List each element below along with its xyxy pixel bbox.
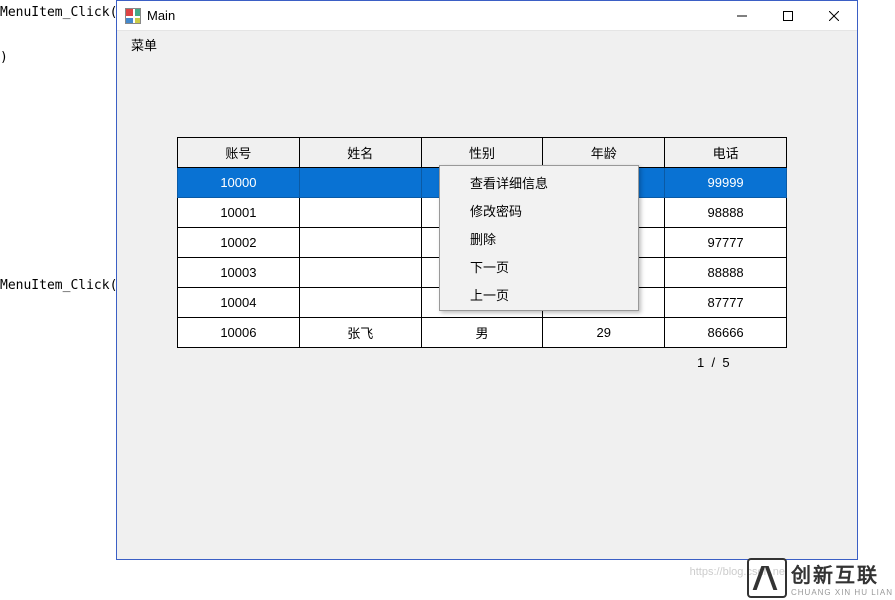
maximize-button[interactable]	[765, 1, 811, 31]
col-name[interactable]: 姓名	[299, 138, 421, 168]
menu-item-main[interactable]: 菜单	[123, 33, 165, 56]
cell[interactable]: 87777	[665, 288, 787, 318]
context-menu-item[interactable]: 查看详细信息	[442, 168, 636, 196]
context-menu-item[interactable]: 下一页	[442, 252, 636, 280]
app-icon	[125, 8, 141, 24]
window-title: Main	[147, 8, 175, 23]
code-fragment: MenuItem_Click(	[0, 5, 117, 20]
cell[interactable]	[299, 198, 421, 228]
cell[interactable]: 10006	[178, 318, 300, 348]
cell[interactable]: 张飞	[299, 318, 421, 348]
title-bar[interactable]: Main	[117, 1, 857, 31]
logo-text-cn: 创新互联	[791, 559, 893, 588]
menu-bar: 菜单	[117, 31, 857, 57]
pager-sep: /	[711, 355, 715, 370]
cell[interactable]	[299, 258, 421, 288]
close-icon	[829, 11, 839, 21]
cell[interactable]: 10003	[178, 258, 300, 288]
col-phone[interactable]: 电话	[665, 138, 787, 168]
maximize-icon	[783, 11, 793, 21]
minimize-button[interactable]	[719, 1, 765, 31]
cell[interactable]: 10001	[178, 198, 300, 228]
header-row: 账号 姓名 性别 年龄 电话	[178, 138, 787, 168]
cell[interactable]	[299, 288, 421, 318]
col-account[interactable]: 账号	[178, 138, 300, 168]
context-menu-item[interactable]: 删除	[442, 224, 636, 252]
context-menu[interactable]: 查看详细信息修改密码删除下一页上一页	[439, 165, 639, 311]
logo-icon	[747, 558, 787, 598]
cell[interactable]: 29	[543, 318, 665, 348]
cell[interactable]: 98888	[665, 198, 787, 228]
cell[interactable]: 10004	[178, 288, 300, 318]
col-age[interactable]: 年龄	[543, 138, 665, 168]
footer-logo: 创新互联 CHUANG XIN HU LIAN	[743, 558, 893, 598]
cell[interactable]: 男	[421, 318, 543, 348]
cell[interactable]: 88888	[665, 258, 787, 288]
cell[interactable]	[299, 168, 421, 198]
code-fragment: MenuItem_Click(	[0, 278, 117, 293]
cell[interactable]: 99999	[665, 168, 787, 198]
main-window: Main 菜单 账号 姓名 性别	[116, 0, 858, 560]
col-gender[interactable]: 性别	[421, 138, 543, 168]
context-menu-item[interactable]: 修改密码	[442, 196, 636, 224]
minimize-icon	[737, 11, 747, 21]
pager-current: 1	[697, 355, 704, 370]
cell[interactable]	[299, 228, 421, 258]
client-area: 账号 姓名 性别 年龄 电话 1000025999991000123988881…	[117, 57, 857, 559]
code-fragment: )	[0, 50, 8, 65]
cell[interactable]: 97777	[665, 228, 787, 258]
cell[interactable]: 10002	[178, 228, 300, 258]
close-button[interactable]	[811, 1, 857, 31]
cell[interactable]: 10000	[178, 168, 300, 198]
context-menu-item[interactable]: 上一页	[442, 280, 636, 308]
pager: 1 / 5	[697, 355, 730, 370]
table-row[interactable]: 10006张飞男2986666	[178, 318, 787, 348]
cell[interactable]: 86666	[665, 318, 787, 348]
pager-total: 5	[722, 355, 729, 370]
logo-text-en: CHUANG XIN HU LIAN	[791, 588, 893, 597]
